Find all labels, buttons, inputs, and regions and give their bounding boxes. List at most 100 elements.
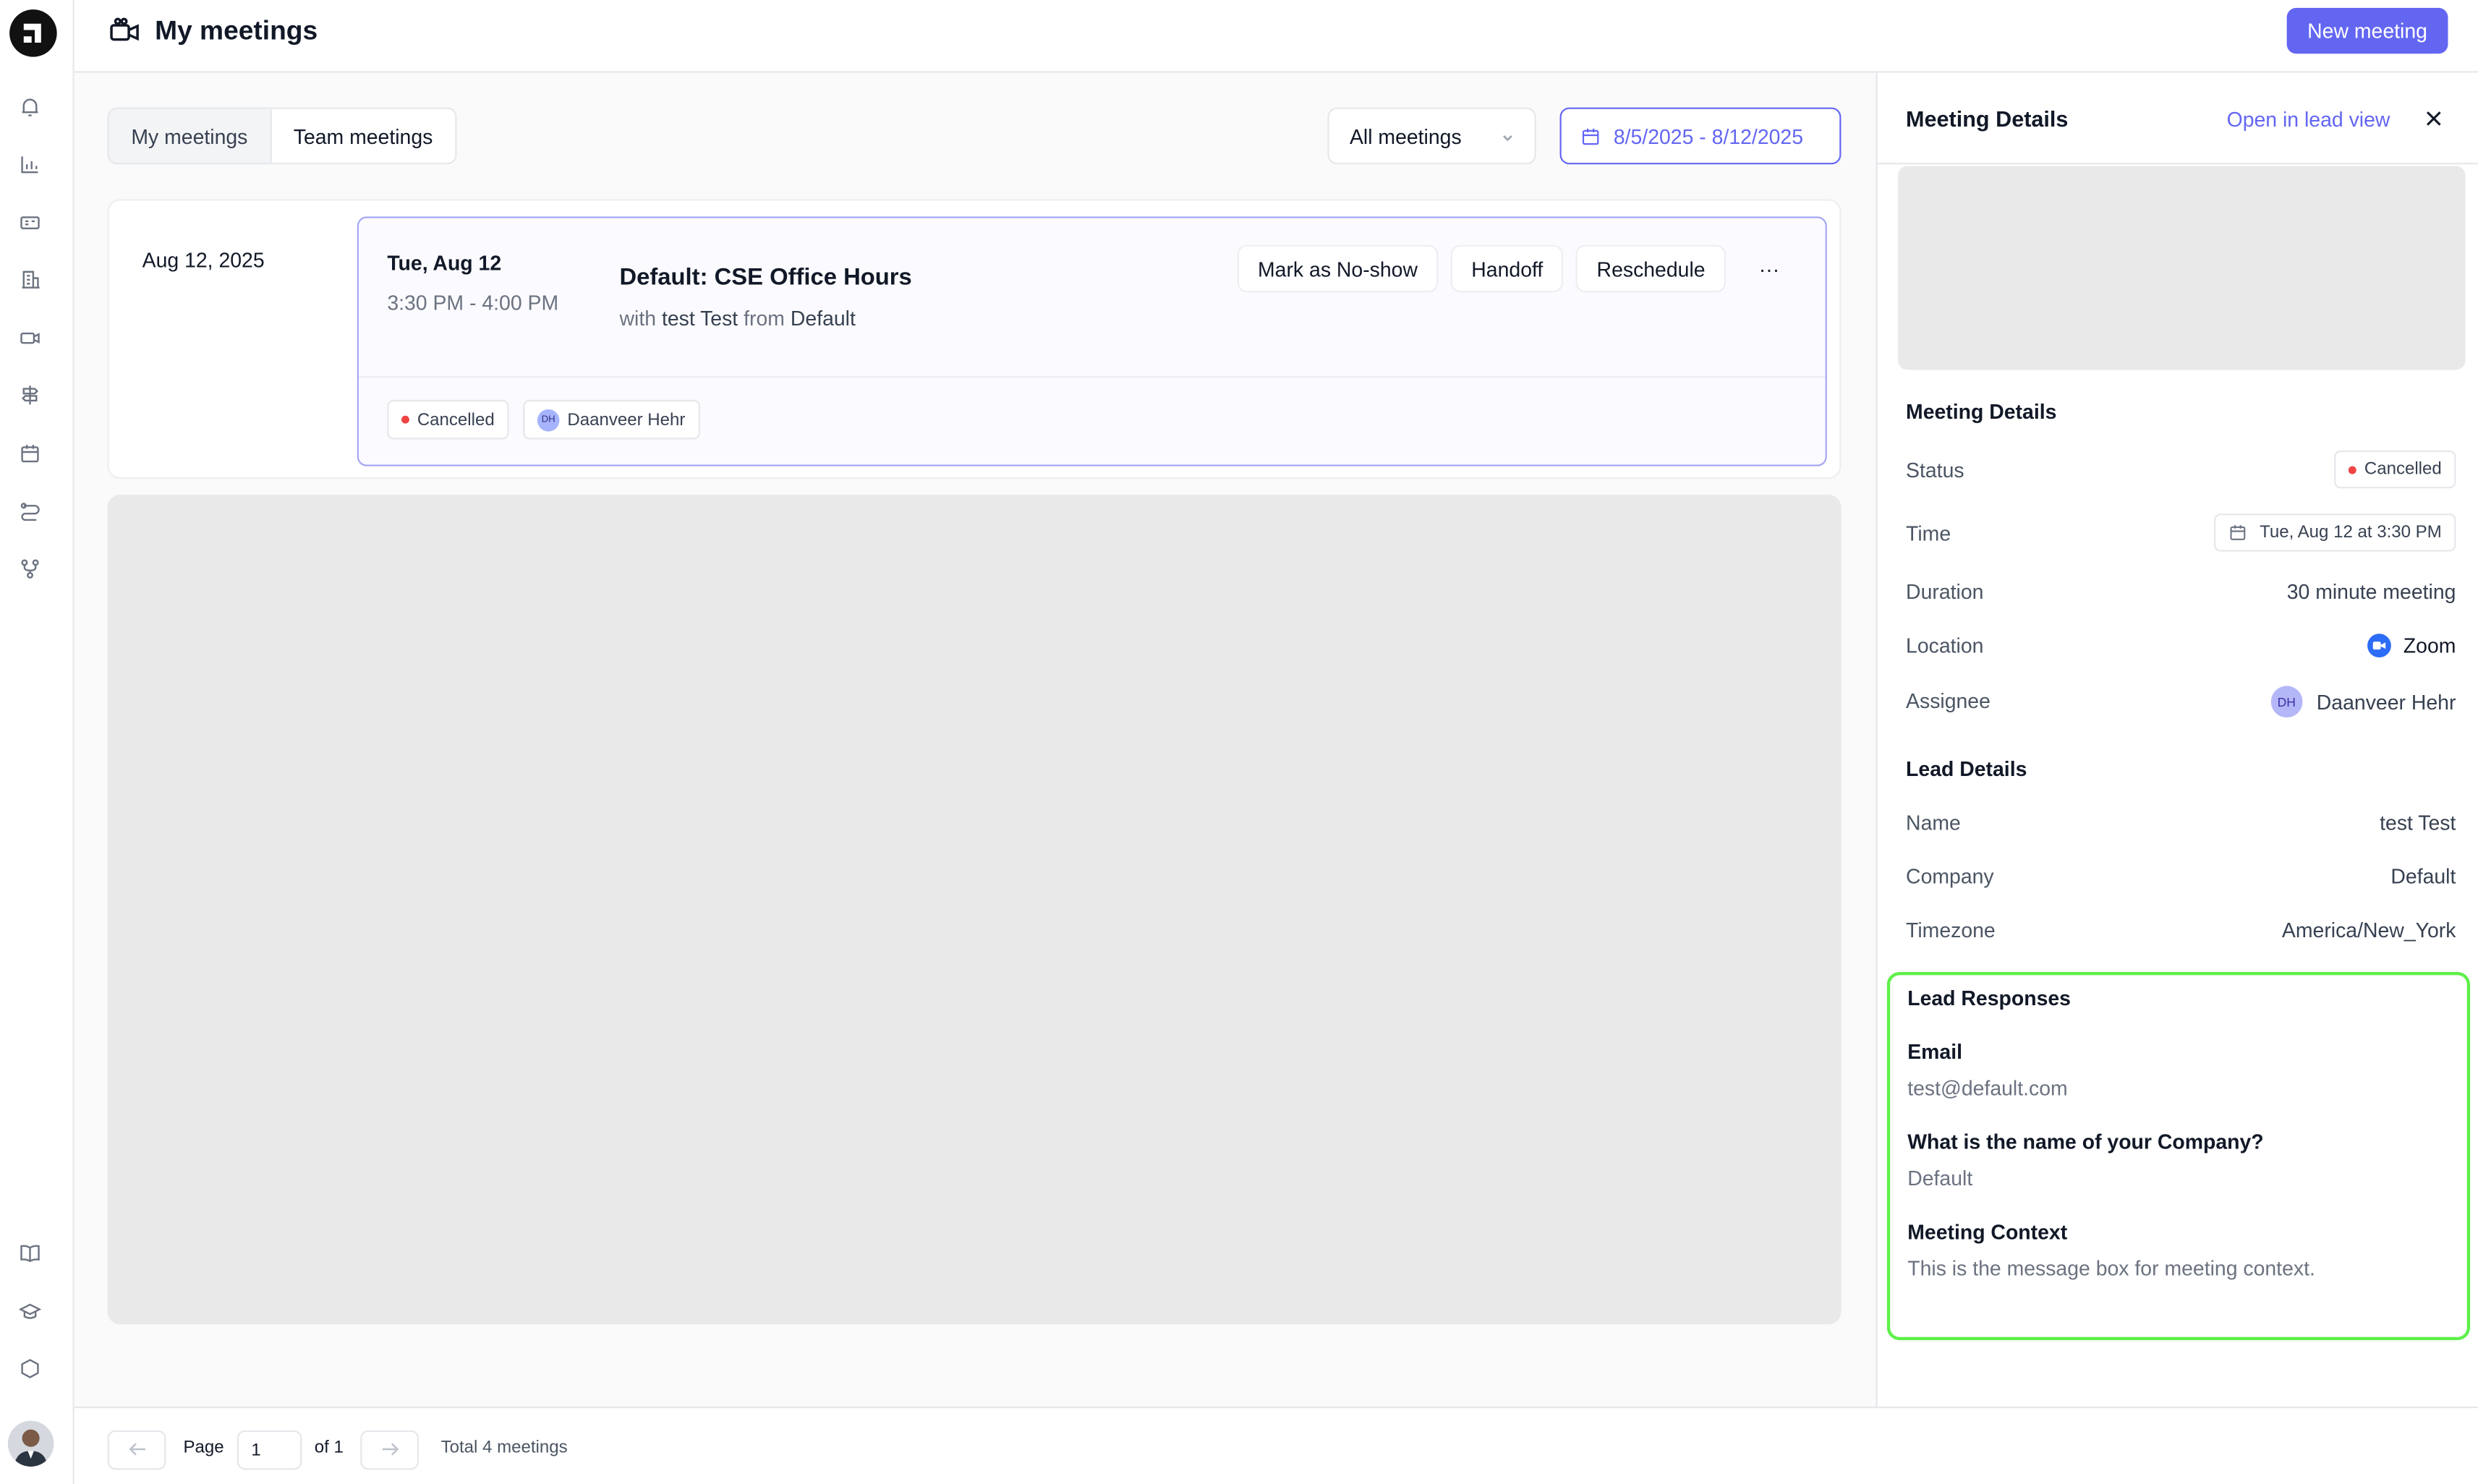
status-dot xyxy=(401,415,409,424)
assignee-name: Daanveer Hehr xyxy=(2316,689,2456,714)
assignee-value: DH Daanveer Hehr xyxy=(2270,686,2456,718)
meeting-type-select[interactable]: All meetings xyxy=(1327,107,1536,165)
zoom-icon xyxy=(2367,634,2391,658)
from-prefix: from xyxy=(744,306,785,331)
calendar-icon xyxy=(2228,523,2247,542)
top-header: My meetings New meeting xyxy=(74,0,2478,73)
content-placeholder xyxy=(107,494,1842,1325)
lead-timezone-label: Timezone xyxy=(1906,918,1996,942)
signpost-icon[interactable] xyxy=(16,381,44,409)
meeting-actions: Mark as No-show Handoff Reschedule ··· xyxy=(1237,244,1800,293)
total-meetings: Total 4 meetings xyxy=(440,1438,568,1457)
response-question: Email xyxy=(1907,1039,1963,1064)
location-name: Zoom xyxy=(2403,634,2456,658)
page-title: My meetings xyxy=(155,15,318,46)
panel-header: Meeting Details Open in lead view xyxy=(1877,73,2478,165)
page-number-input[interactable]: 1 xyxy=(237,1430,302,1470)
lead-name: test Test xyxy=(661,306,738,331)
meeting-day: Tue, Aug 12 xyxy=(387,251,502,276)
id-card-icon[interactable] xyxy=(16,208,44,236)
lead-company: Default xyxy=(790,306,856,331)
prev-page-button[interactable] xyxy=(107,1430,166,1470)
time-label: Time xyxy=(1906,521,1951,545)
response-answer: test@default.com xyxy=(1907,1076,2068,1100)
status-badge-label: Cancelled xyxy=(417,410,495,430)
lead-company-label: Company xyxy=(1906,864,1994,889)
duration-value: 30 minute meeting xyxy=(2286,580,2456,604)
lead-name-value: test Test xyxy=(2380,811,2456,835)
left-nav-rail xyxy=(0,0,74,1484)
meeting-details-panel: Meeting Details Open in lead view Meetin… xyxy=(1875,72,2478,1407)
card-divider xyxy=(358,376,1826,378)
chevron-down-icon xyxy=(1500,127,1516,150)
user-avatar[interactable] xyxy=(7,1420,54,1467)
avatar: DH xyxy=(537,408,560,431)
meeting-card[interactable]: Tue, Aug 12 3:30 PM - 4:00 PM Default: C… xyxy=(357,216,1827,466)
open-in-lead-view-link[interactable]: Open in lead view xyxy=(2227,108,2390,132)
tab-team-meetings[interactable]: Team meetings xyxy=(271,109,455,163)
panel-placeholder xyxy=(1898,166,2466,370)
time-value: Tue, Aug 12 at 3:30 PM xyxy=(2213,513,2456,552)
tab-my-meetings[interactable]: My meetings xyxy=(108,108,272,163)
avatar: DH xyxy=(2270,686,2303,718)
lead-timezone-value: America/New_York xyxy=(2281,918,2456,942)
status-badge: Cancelled xyxy=(387,399,509,440)
time-picker[interactable]: Tue, Aug 12 at 3:30 PM xyxy=(2213,513,2456,552)
assignee-label: Assignee xyxy=(1906,688,1991,713)
mark-no-show-button[interactable]: Mark as No-show xyxy=(1237,244,1439,293)
response-question: What is the name of your Company? xyxy=(1907,1130,2264,1154)
status-label: Status xyxy=(1906,458,1964,482)
book-icon[interactable] xyxy=(16,1239,44,1267)
handoff-button[interactable]: Handoff xyxy=(1450,244,1564,293)
with-prefix: with xyxy=(619,306,657,331)
more-options-button[interactable]: ··· xyxy=(1738,245,1800,293)
video-icon[interactable] xyxy=(16,324,44,352)
status-badge: Cancelled xyxy=(2334,450,2456,489)
location-value: Zoom xyxy=(2367,634,2456,658)
duration-label: Duration xyxy=(1906,580,1984,604)
next-page-button[interactable] xyxy=(360,1430,420,1470)
calendar-icon[interactable] xyxy=(16,440,44,468)
assignee-chip: DH Daanveer Hehr xyxy=(523,399,700,440)
day-group-date: Aug 12, 2025 xyxy=(142,248,265,272)
meetings-main: My meetings Team meetings All meetings 8… xyxy=(74,72,1876,1407)
meeting-subtitle: with test Test from Default xyxy=(620,307,856,331)
lead-company-value: Default xyxy=(2390,864,2456,889)
reschedule-button[interactable]: Reschedule xyxy=(1576,244,1726,293)
route-icon[interactable] xyxy=(16,496,44,524)
page-count: of 1 xyxy=(314,1438,344,1457)
lead-responses-section: Lead Responses Email test@default.com Wh… xyxy=(1886,971,2471,1341)
date-range-value: 8/5/2025 - 8/12/2025 xyxy=(1613,124,1804,148)
day-group: Aug 12, 2025 Tue, Aug 12 3:30 PM - 4:00 … xyxy=(107,199,1842,479)
branch-icon[interactable] xyxy=(16,555,44,583)
response-answer: Default xyxy=(1907,1166,1973,1190)
meetings-scope-tabs: My meetings Team meetings xyxy=(107,107,457,165)
status-badge-label: Cancelled xyxy=(2364,459,2442,479)
close-icon[interactable] xyxy=(2424,108,2443,136)
calendar-icon xyxy=(1580,127,1601,152)
response-answer: This is the message box for meeting cont… xyxy=(1907,1256,2315,1281)
assignee-name: Daanveer Hehr xyxy=(567,410,686,430)
date-range-picker[interactable]: 8/5/2025 - 8/12/2025 xyxy=(1559,107,1842,165)
building-icon[interactable] xyxy=(16,265,44,294)
lead-name-label: Name xyxy=(1906,811,1961,835)
time-picker-value: Tue, Aug 12 at 3:30 PM xyxy=(2260,523,2442,542)
status-dot xyxy=(2349,465,2356,474)
meeting-title: Default: CSE Office Hours xyxy=(619,263,912,291)
panel-title: Meeting Details xyxy=(1906,106,2069,132)
chart-icon[interactable] xyxy=(16,150,44,179)
bell-icon[interactable] xyxy=(16,93,44,121)
page-label: Page xyxy=(183,1438,224,1457)
graduation-cap-icon[interactable] xyxy=(16,1297,44,1326)
meeting-details-heading: Meeting Details xyxy=(1906,399,2057,424)
new-meeting-button[interactable]: New meeting xyxy=(2286,7,2448,54)
app-logo-icon[interactable] xyxy=(9,9,57,57)
meeting-type-select-value: All meetings xyxy=(1349,124,1462,148)
pagination-bar: Page 1 of 1 Total 4 meetings xyxy=(74,1406,2478,1484)
hexagon-icon[interactable] xyxy=(16,1355,44,1383)
lead-responses-heading: Lead Responses xyxy=(1907,986,2072,1010)
video-icon xyxy=(109,17,141,54)
response-question: Meeting Context xyxy=(1907,1220,2068,1244)
meeting-time: 3:30 PM - 4:00 PM xyxy=(387,291,559,315)
lead-details-heading: Lead Details xyxy=(1906,756,2027,781)
